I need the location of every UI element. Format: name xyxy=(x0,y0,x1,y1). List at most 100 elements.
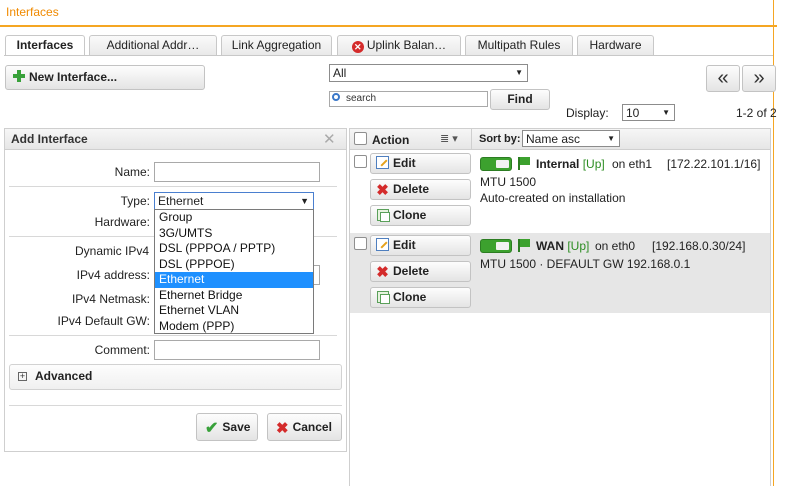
sortby-value: Name asc xyxy=(526,132,581,146)
tab-uplink-balancing-label: Uplink Balan… xyxy=(366,38,447,52)
close-icon[interactable]: ✕ xyxy=(323,130,336,148)
chevron-down-icon: ▼ xyxy=(300,196,309,206)
panel-header: Add Interface ✕ xyxy=(5,129,346,150)
sortby-select[interactable]: Name asc ▼ xyxy=(522,130,620,147)
page-title: Interfaces xyxy=(6,5,59,19)
check-icon: ✔ xyxy=(205,420,219,437)
row-checkbox[interactable] xyxy=(354,155,367,168)
ipv4-address-label: IPv4 address: xyxy=(76,268,150,282)
type-dropdown-list: Group 3G/UMTS DSL (PPPOA / PPTP) DSL (PP… xyxy=(154,209,314,334)
type-option-group[interactable]: Group xyxy=(155,210,313,226)
type-option-ethernet[interactable]: Ethernet xyxy=(155,272,313,288)
advanced-label: Advanced xyxy=(35,369,93,383)
cancel-button[interactable]: ✖ Cancel xyxy=(267,413,342,441)
column-divider xyxy=(471,129,472,150)
search-input[interactable]: search xyxy=(329,91,488,107)
tab-multipath-rules[interactable]: Multipath Rules xyxy=(465,35,573,55)
type-option-dsl-pppoa-pptp[interactable]: DSL (PPPOA / PPTP) xyxy=(155,241,313,257)
column-menu-icon[interactable]: ≣ ▾ xyxy=(440,132,458,145)
dynamic-ipv4-label: Dynamic IPv4 xyxy=(75,244,150,258)
new-interface-label: New Interface... xyxy=(29,70,118,84)
interface-port: on eth0 xyxy=(595,239,636,253)
type-option-ethernet-bridge[interactable]: Ethernet Bridge xyxy=(155,288,313,304)
save-button[interactable]: ✔ Save xyxy=(196,413,258,441)
type-label: Type: xyxy=(120,194,150,208)
delete-button[interactable]: ✖ Delete xyxy=(370,261,471,282)
divider xyxy=(9,405,342,406)
new-interface-button[interactable]: New Interface... xyxy=(5,65,205,90)
divider xyxy=(9,186,337,187)
tab-link-aggregation[interactable]: Link Aggregation xyxy=(221,35,332,55)
clone-button[interactable]: Clone xyxy=(370,205,471,226)
edit-icon xyxy=(376,238,389,251)
delete-icon: ✖ xyxy=(376,264,389,281)
edit-button[interactable]: Edit xyxy=(370,235,471,256)
interface-port: on eth1 xyxy=(612,157,653,171)
filter-select[interactable]: All ▼ xyxy=(329,64,528,82)
action-column-label: Action xyxy=(372,133,410,147)
hardware-label: Hardware: xyxy=(94,215,150,229)
enable-toggle[interactable] xyxy=(480,239,512,253)
interface-name: WAN [Up] xyxy=(536,239,589,253)
next-page-button[interactable]: » xyxy=(742,65,776,92)
interface-status: [Up] xyxy=(567,239,590,253)
clone-button[interactable]: Clone xyxy=(370,287,471,308)
chevron-down-icon: ▼ xyxy=(515,68,523,77)
clone-icon xyxy=(377,209,390,222)
type-option-3g-umts[interactable]: 3G/UMTS xyxy=(155,226,313,242)
tab-hardware[interactable]: Hardware xyxy=(577,35,654,55)
enable-toggle[interactable] xyxy=(480,157,512,171)
close-icon: ✖ xyxy=(276,420,289,437)
title-divider xyxy=(0,25,777,27)
chevron-down-icon: ▼ xyxy=(607,134,615,143)
filter-select-value: All xyxy=(333,66,347,80)
type-select-value: Ethernet xyxy=(158,194,204,208)
table-row: Edit ✖ Delete Clone Internal [Up] on eth1… xyxy=(350,151,770,233)
interface-name: Internal [Up] xyxy=(536,157,605,171)
name-field[interactable] xyxy=(154,162,320,182)
plus-icon xyxy=(13,70,25,82)
select-all-checkbox[interactable] xyxy=(354,132,367,145)
edit-button[interactable]: Edit xyxy=(370,153,471,174)
list-header: Action ≣ ▾ Sort by: Name asc ▼ xyxy=(350,129,770,150)
delete-label: Delete xyxy=(393,264,430,278)
find-button[interactable]: Find xyxy=(490,89,550,110)
search-placeholder: search xyxy=(346,93,377,104)
clone-icon xyxy=(377,291,390,304)
clone-label: Clone xyxy=(393,208,427,222)
interface-status: [Up] xyxy=(582,157,605,171)
tab-interfaces[interactable]: Interfaces xyxy=(5,35,85,56)
display-count-value: 10 xyxy=(626,106,640,120)
sortby-label: Sort by: xyxy=(479,133,521,145)
display-label: Display: xyxy=(566,106,609,120)
edit-label: Edit xyxy=(393,156,416,170)
interface-address: [192.168.0.30/24] xyxy=(652,239,746,253)
flag-icon xyxy=(517,157,531,170)
type-option-modem-ppp[interactable]: Modem (PPP) xyxy=(155,319,313,335)
tabs-divider xyxy=(4,55,773,56)
row-checkbox[interactable] xyxy=(354,237,367,250)
tab-uplink-balancing[interactable]: ✕ Uplink Balan… xyxy=(337,35,461,55)
comment-field[interactable] xyxy=(154,340,320,360)
interface-address: [172.22.101.1/16] xyxy=(667,157,761,171)
interface-list: Action ≣ ▾ Sort by: Name asc ▼ Edit ✖ Del… xyxy=(349,128,771,486)
delete-label: Delete xyxy=(393,182,430,196)
prev-page-button[interactable]: « xyxy=(706,65,740,92)
display-count-select[interactable]: 10 ▼ xyxy=(622,104,675,121)
page-info: 1-2 of 2 xyxy=(736,106,777,120)
delete-button[interactable]: ✖ Delete xyxy=(370,179,471,200)
error-icon: ✕ xyxy=(351,41,364,53)
delete-icon: ✖ xyxy=(376,182,389,199)
search-icon xyxy=(332,93,340,101)
tab-additional-addresses[interactable]: Additional Addr… xyxy=(89,35,217,55)
table-row: Edit ✖ Delete Clone WAN [Up] on eth0 [192… xyxy=(350,233,770,313)
ipv4-netmask-label: IPv4 Netmask: xyxy=(71,292,150,306)
type-option-dsl-pppoe[interactable]: DSL (PPPOE) xyxy=(155,257,313,273)
interface-name-text: Internal xyxy=(536,157,580,171)
chevron-down-icon: ▼ xyxy=(662,108,670,117)
edit-icon xyxy=(376,156,389,169)
advanced-section[interactable]: + Advanced xyxy=(9,364,342,390)
type-select[interactable]: Ethernet ▼ xyxy=(154,192,314,210)
ipv4-default-gw-label: IPv4 Default GW: xyxy=(57,314,150,328)
type-option-ethernet-vlan[interactable]: Ethernet VLAN xyxy=(155,303,313,319)
